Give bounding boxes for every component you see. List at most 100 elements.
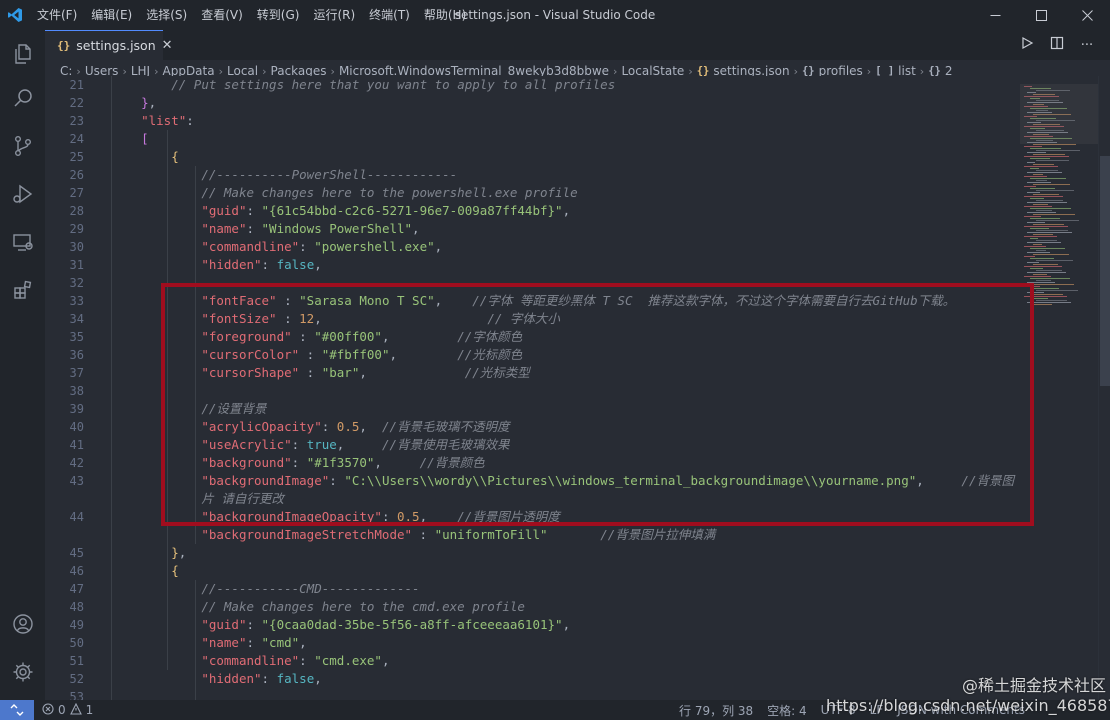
menu-selection[interactable]: 选择(S) [139,0,194,30]
code-line[interactable]: 40 "acrylicOpacity": 0.5, //背景毛玻璃不透明度 [45,418,1020,436]
indentation[interactable]: 空格: 4 [767,702,807,719]
minimap-line [1036,150,1080,151]
code-line[interactable]: 32 [45,274,1020,292]
line-text: //设置背景 [201,401,267,416]
maximize-icon[interactable] [1018,0,1064,30]
minimap-line [1027,252,1050,253]
line-text: "backgroundImage": "C:\\Users\\wordy\\Pi… [201,473,1014,488]
code-line[interactable]: 36 "cursorColor" : "#fbff00", //光标颜色 [45,346,1020,364]
minimap-line [1033,164,1054,165]
code-line[interactable]: 30 "commandline": "powershell.exe", [45,238,1020,256]
code-line[interactable]: 21 // Put settings here that you want to… [45,76,1020,94]
line-number: 24 [69,132,84,146]
minimap-line [1030,298,1048,299]
scrollbar-thumb[interactable] [1100,156,1110,386]
code-line[interactable]: 45 }, [45,544,1020,562]
remote-explorer-icon[interactable] [0,218,45,266]
menu-view[interactable]: 查看(V) [194,0,250,30]
cursor-position[interactable]: 行 79，列 38 [679,702,753,719]
code-line[interactable]: 28 "guid": "{61c54bbd-c2c6-5271-96e7-009… [45,202,1020,220]
minimap-line [1027,152,1046,153]
problems-indicator[interactable]: 0 1 [42,702,93,718]
tab-settings-json[interactable]: {} settings.json ✕ [45,30,173,60]
line-text: [ [141,131,149,146]
code-line[interactable]: 34 "fontSize" : 12, // 字体大小 [45,310,1020,328]
line-text: "commandline": "powershell.exe", [201,239,443,254]
menu-go[interactable]: 转到(G) [250,0,307,30]
line-text: "guid": "{61c54bbd-c2c6-5271-96e7-009a87… [201,203,571,218]
code-line[interactable]: 49 "guid": "{0caa0dad-35be-5f56-a8ff-afc… [45,616,1020,634]
menu-file[interactable]: 文件(F) [30,0,84,30]
run-debug-icon[interactable] [0,170,45,218]
code-line[interactable]: 33 "fontFace" : "Sarasa Mono T SC", //字体… [45,292,1020,310]
menu-edit[interactable]: 编辑(E) [84,0,139,30]
line-number: 36 [69,348,84,362]
code-line[interactable]: "backgroundImageStretchMode" : "uniformT… [45,526,1020,544]
title-bar: 文件(F) 编辑(E) 选择(S) 查看(V) 转到(G) 运行(R) 终端(T… [0,0,1110,30]
code-line[interactable]: 47 //-----------CMD------------- [45,580,1020,598]
code-line[interactable]: 35 "foreground" : "#00ff00", //字体颜色 [45,328,1020,346]
minimap-line [1036,270,1062,271]
menu-bar: 文件(F) 编辑(E) 选择(S) 查看(V) 转到(G) 运行(R) 终端(T… [30,0,473,30]
code-line[interactable]: 22 }, [45,94,1020,112]
code-line[interactable]: 46 { [45,562,1020,580]
search-icon[interactable] [0,74,45,122]
minimap-line [1027,282,1055,283]
line-number: 22 [69,96,84,110]
vertical-scrollbar[interactable] [1098,76,1110,700]
code-line[interactable]: 37 "cursorShape" : "bar", //光标类型 [45,364,1020,382]
line-text: "background": "#1f3570", //背景颜色 [201,455,485,470]
code-line[interactable]: 43 "backgroundImage": "C:\\Users\\wordy\… [45,472,1020,490]
code-line[interactable]: 53 [45,688,1020,700]
explorer-icon[interactable] [0,30,45,78]
close-tab-icon[interactable]: ✕ [162,38,173,53]
source-control-icon[interactable] [0,122,45,170]
code-line[interactable]: 42 "background": "#1f3570", //背景颜色 [45,454,1020,472]
code-line[interactable]: 38 [45,382,1020,400]
menu-run[interactable]: 运行(R) [306,0,362,30]
code-editor[interactable]: 21 // Put settings here that you want to… [45,76,1020,700]
split-editor-icon[interactable] [1042,36,1072,54]
extensions-icon[interactable] [0,266,45,314]
code-line[interactable]: 26 //----------PowerShell------------ [45,166,1020,184]
code-line[interactable]: 31 "hidden": false, [45,256,1020,274]
code-line[interactable]: 25 { [45,148,1020,166]
code-line[interactable]: 片 请自行更改 [45,490,1020,508]
line-text: "hidden": false, [201,671,322,686]
minimap-line [1027,262,1039,263]
minimap-line [1036,230,1068,231]
accounts-icon[interactable] [0,600,45,648]
line-number: 51 [69,654,84,668]
minimap-line [1024,146,1042,147]
minimap[interactable] [1020,76,1098,700]
language-mode[interactable]: JSON with Comments [897,703,1025,717]
code-line[interactable]: 44 "backgroundImageOpacity": 0.5, //背景图片… [45,508,1020,526]
minimap-viewport[interactable] [1020,84,1098,144]
code-line[interactable]: 50 "name": "cmd", [45,634,1020,652]
menu-terminal[interactable]: 终端(T) [362,0,417,30]
more-actions-icon[interactable]: ··· [1072,38,1102,53]
line-text: "hidden": false, [201,257,322,272]
run-icon[interactable] [1012,36,1042,54]
code-line[interactable]: 23 "list": [45,112,1020,130]
line-number: 40 [69,420,84,434]
encoding[interactable]: UTF-8 [821,703,856,717]
remote-indicator-icon[interactable] [0,700,34,720]
close-window-icon[interactable] [1064,0,1110,30]
end-of-line[interactable]: LF [870,703,884,717]
line-number: 34 [69,312,84,326]
code-line[interactable]: 24 [ [45,130,1020,148]
minimize-icon[interactable] [972,0,1018,30]
line-number: 42 [69,456,84,470]
settings-gear-icon[interactable] [0,648,45,696]
menu-help[interactable]: 帮助(H) [417,0,473,30]
code-line[interactable]: 48 // Make changes here to the cmd.exe p… [45,598,1020,616]
code-line[interactable]: 27 // Make changes here to the powershel… [45,184,1020,202]
code-line[interactable]: 51 "commandline": "cmd.exe", [45,652,1020,670]
code-line[interactable]: 41 "useAcrylic": true, //背景使用毛玻璃效果 [45,436,1020,454]
code-line[interactable]: 39 //设置背景 [45,400,1020,418]
code-line[interactable]: 29 "name": "Windows PowerShell", [45,220,1020,238]
code-line[interactable]: 52 "hidden": false, [45,670,1020,688]
minimap-line [1033,174,1043,175]
minimap-line [1030,288,1059,289]
